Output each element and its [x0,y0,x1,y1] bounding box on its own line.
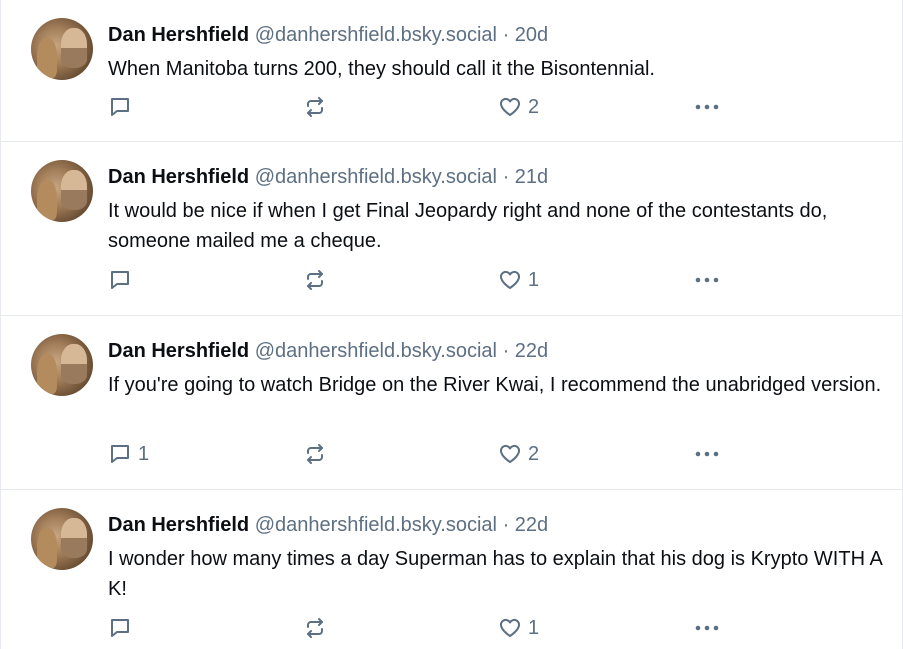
ellipsis-icon [693,442,721,466]
post-text: I wonder how many times a day Superman h… [108,548,882,600]
avatar[interactable] [31,160,93,222]
post-actions: 2 [108,94,828,120]
reply-button[interactable] [108,94,138,120]
ellipsis-icon [693,95,721,119]
post-header: Dan Hershfield @danhershfield.bsky.socia… [108,22,548,48]
avatar-statue [37,354,57,394]
post[interactable]: Dan Hershfield @danhershfield.bsky.socia… [1,0,902,142]
heart-icon [498,95,522,119]
avatar-statue [37,528,57,568]
like-button[interactable]: 1 [498,267,539,293]
more-options-button[interactable] [693,441,721,467]
post-text: If you're going to watch Bridge on the R… [108,374,882,396]
repost-arrows-icon [303,95,327,119]
post-header: Dan Hershfield @danhershfield.bsky.socia… [108,338,548,364]
like-button[interactable]: 1 [498,615,539,641]
post-actions: 1 [108,615,828,641]
post-time[interactable]: 22d [515,514,548,536]
like-button[interactable]: 2 [498,441,539,467]
post-header: Dan Hershfield @danhershfield.bsky.socia… [108,164,548,190]
more-options-button[interactable] [693,94,721,120]
author-name[interactable]: Dan Hershfield [108,514,249,536]
avatar-statue [37,180,57,220]
separator-dot: · [502,514,510,536]
author-handle[interactable]: @danhershfield.bsky.social [255,340,497,362]
speech-bubble-icon [108,268,132,292]
like-count: 1 [528,616,540,639]
post-actions: 1 2 [108,441,828,467]
author-handle[interactable]: @danhershfield.bsky.social [255,514,497,536]
avatar-beard [61,538,87,558]
avatar[interactable] [31,18,93,80]
reply-button[interactable] [108,267,138,293]
avatar[interactable] [31,334,93,396]
heart-icon [498,442,522,466]
post[interactable]: Dan Hershfield @danhershfield.bsky.socia… [1,142,902,316]
post-actions: 1 [108,267,828,293]
post-text: It would be nice if when I get Final Jeo… [108,200,828,252]
author-name[interactable]: Dan Hershfield [108,166,249,188]
ellipsis-icon [693,616,721,640]
like-count: 2 [528,95,540,118]
heart-icon [498,616,522,640]
like-count: 2 [528,442,540,465]
author-name[interactable]: Dan Hershfield [108,24,249,46]
ellipsis-icon [693,268,721,292]
post[interactable]: Dan Hershfield @danhershfield.bsky.socia… [1,316,902,490]
avatar[interactable] [31,508,93,570]
post-time[interactable]: 22d [515,340,548,362]
post-text: When Manitoba turns 200, they should cal… [108,58,655,80]
post-time[interactable]: 21d [515,166,548,188]
repost-button[interactable] [303,94,327,120]
repost-arrows-icon [303,442,327,466]
separator-dot: · [502,166,510,188]
separator-dot: · [502,24,510,46]
avatar-beard [61,364,87,384]
more-options-button[interactable] [693,615,721,641]
more-options-button[interactable] [693,267,721,293]
avatar-beard [61,48,87,68]
author-handle[interactable]: @danhershfield.bsky.social [255,24,497,46]
author-handle[interactable]: @danhershfield.bsky.social [255,166,497,188]
reply-count: 1 [138,442,150,465]
speech-bubble-icon [108,616,132,640]
post-feed: Dan Hershfield @danhershfield.bsky.socia… [0,0,903,649]
repost-arrows-icon [303,268,327,292]
post-time[interactable]: 20d [515,24,548,46]
reply-button[interactable]: 1 [108,441,149,467]
repost-arrows-icon [303,616,327,640]
like-count: 1 [528,268,540,291]
separator-dot: · [502,340,510,362]
speech-bubble-icon [108,442,132,466]
post[interactable]: Dan Hershfield @danhershfield.bsky.socia… [1,490,902,649]
speech-bubble-icon [108,95,132,119]
repost-button[interactable] [303,267,327,293]
heart-icon [498,268,522,292]
avatar-beard [61,190,87,210]
post-header: Dan Hershfield @danhershfield.bsky.socia… [108,512,548,538]
repost-button[interactable] [303,615,327,641]
avatar-statue [37,38,57,78]
repost-button[interactable] [303,441,327,467]
like-button[interactable]: 2 [498,94,539,120]
reply-button[interactable] [108,615,138,641]
author-name[interactable]: Dan Hershfield [108,340,249,362]
